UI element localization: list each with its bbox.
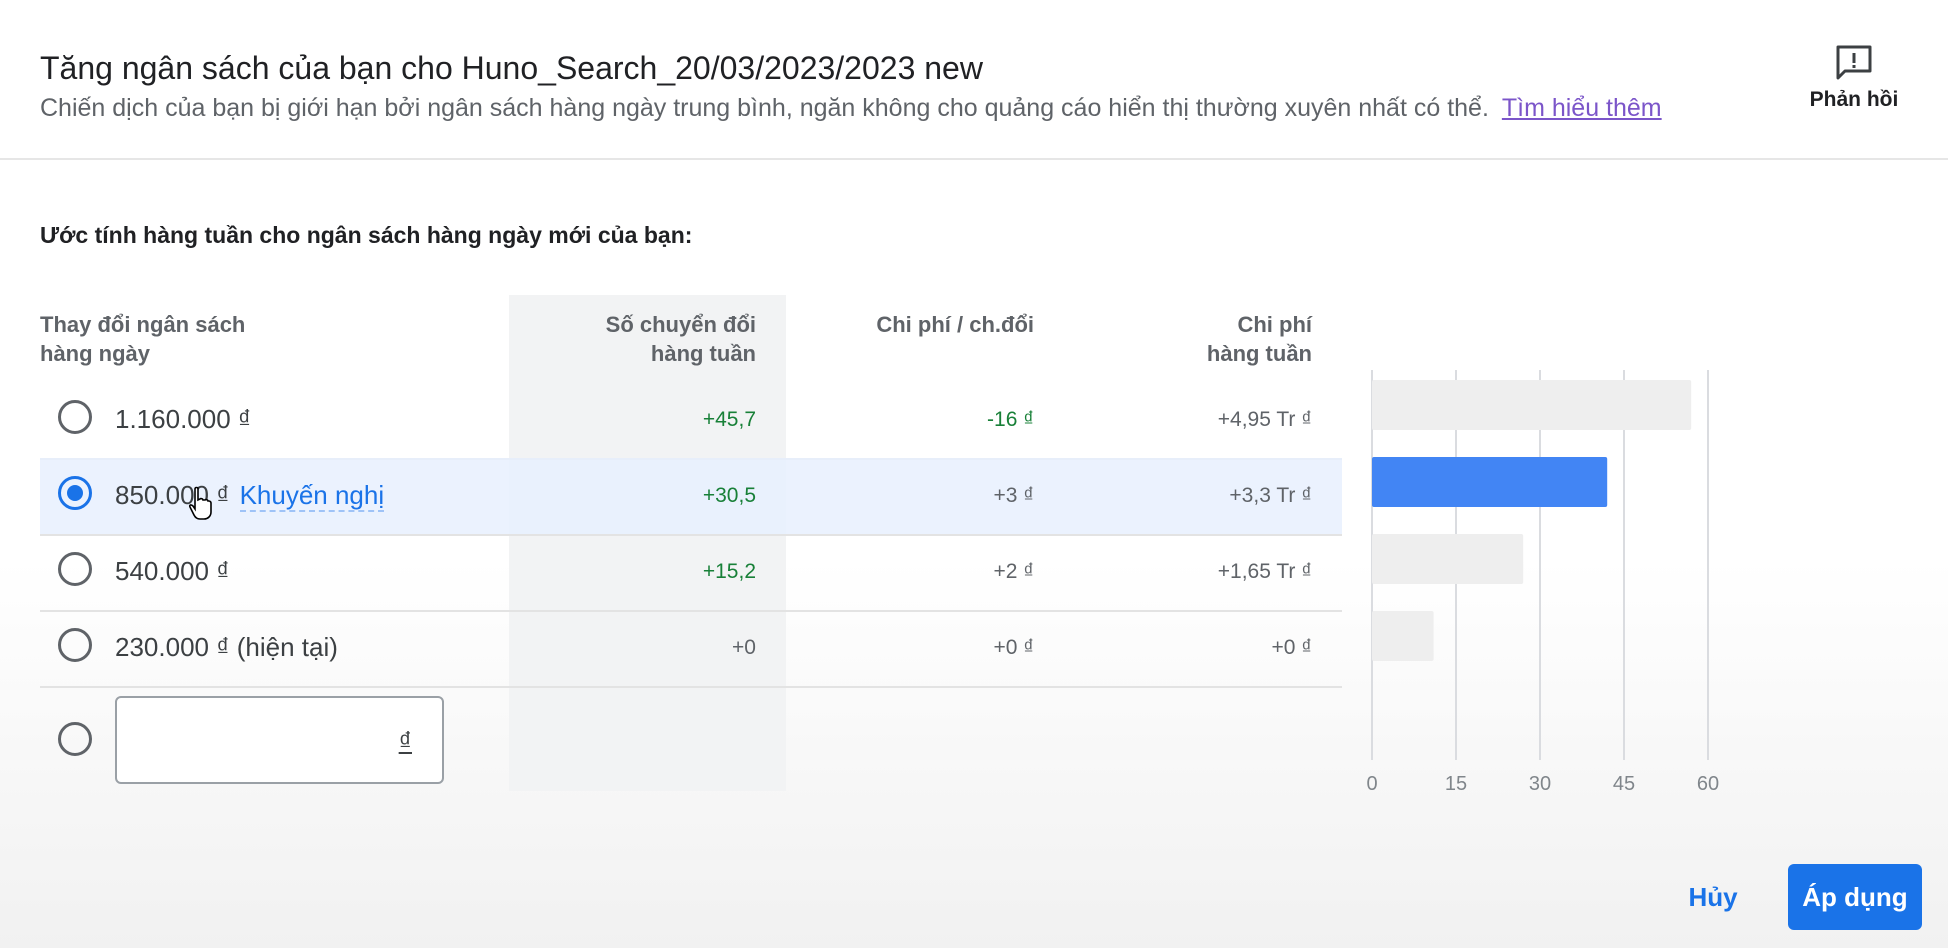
- hand-pointer-icon: [188, 486, 212, 520]
- cost-value: +0 ₫: [1271, 636, 1312, 659]
- conversions-value: +45,7: [702, 408, 756, 431]
- dialog-title: Tăng ngân sách của bạn cho Huno_Search_2…: [40, 50, 983, 86]
- col-header-conversions-line1: Số chuyển đổi: [605, 312, 756, 337]
- cpa-value: +2 ₫: [993, 560, 1034, 583]
- budget-amount: 1.160.000 ₫: [115, 404, 252, 434]
- col-header-budget-line1: Thay đổi ngân sách: [40, 312, 246, 337]
- budget-option-row[interactable]: 850.000 ₫ Khuyến nghị +30,5 +3 ₫ +3,3 Tr …: [40, 458, 1342, 536]
- chart-bar: [1372, 611, 1434, 661]
- chart-tick-label: 0: [1366, 773, 1377, 795]
- conversions-value: +15,2: [702, 560, 756, 583]
- subtitle-text: Chiến dịch của bạn bị giới hạn bởi ngân …: [40, 94, 1489, 122]
- budget-radio[interactable]: [58, 628, 92, 662]
- col-header-budget-line2: hàng ngày: [40, 341, 151, 366]
- conversions-value: +30,5: [702, 484, 756, 507]
- apply-button[interactable]: Áp dụng: [1788, 864, 1922, 930]
- budget-radio[interactable]: [58, 476, 92, 510]
- budget-option-label: 230.000 ₫ (hiện tại): [115, 632, 338, 663]
- feedback-label: Phản hồi: [1809, 88, 1899, 111]
- chart-tick-label: 60: [1697, 773, 1719, 795]
- budget-radio[interactable]: [58, 400, 92, 434]
- col-header-cost: Chi phí hàng tuần: [1080, 310, 1312, 368]
- chart-tick-label: 15: [1445, 773, 1467, 795]
- col-header-cpa: Chi phí / ch.đổi: [800, 310, 1034, 339]
- cpa-value: -16 ₫: [987, 408, 1034, 431]
- learn-more-link[interactable]: Tìm hiểu thêm: [1502, 94, 1662, 122]
- cost-value: +4,95 Tr ₫: [1217, 408, 1312, 431]
- cancel-button[interactable]: Hủy: [1662, 872, 1764, 922]
- budget-option-label: 850.000 ₫ Khuyến nghị: [115, 480, 385, 512]
- custom-budget-radio[interactable]: [58, 722, 92, 756]
- cpa-value: +3 ₫: [993, 484, 1034, 507]
- chart-tick-label: 45: [1613, 773, 1635, 795]
- feedback-button[interactable]: Phản hồi: [1800, 44, 1908, 112]
- cpa-value: +0 ₫: [993, 636, 1034, 659]
- budget-option-label: 1.160.000 ₫: [115, 404, 251, 435]
- col-header-cost-line2: hàng tuần: [1206, 341, 1312, 366]
- conversions-value: +0: [732, 636, 756, 659]
- chart-bar: [1372, 457, 1608, 507]
- budget-amount: 850.000 ₫: [115, 480, 230, 510]
- cost-value: +3,3 Tr ₫: [1229, 484, 1312, 507]
- budget-amount: 540.000 ₫: [115, 556, 230, 586]
- budget-option-label: 540.000 ₫: [115, 556, 230, 587]
- budget-option-row[interactable]: 230.000 ₫ (hiện tại) +0 +0 ₫ +0 ₫: [40, 610, 1342, 688]
- col-header-conversions-line2: hàng tuần: [650, 341, 756, 366]
- custom-budget-input[interactable]: ₫: [115, 696, 444, 784]
- chart-tick-label: 30: [1529, 773, 1551, 795]
- budget-option-row[interactable]: 1.160.000 ₫ +45,7 -16 ₫ +4,95 Tr ₫: [40, 382, 1342, 460]
- budget-radio[interactable]: [58, 552, 92, 586]
- chart-bar: [1372, 380, 1692, 430]
- dialog-header: Tăng ngân sách của bạn cho Huno_Search_2…: [0, 0, 1948, 160]
- recommended-badge: Khuyến nghị: [239, 480, 385, 512]
- currency-suffix: ₫: [398, 726, 412, 756]
- dialog-subtitle: Chiến dịch của bạn bị giới hạn bởi ngân …: [40, 94, 1662, 123]
- col-header-cpa-text: Chi phí / ch.đổi: [876, 312, 1034, 337]
- budget-amount: 230.000 ₫ (hiện tại): [115, 632, 338, 662]
- budget-option-row[interactable]: 540.000 ₫ +15,2 +2 ₫ +1,65 Tr ₫: [40, 534, 1342, 612]
- col-header-budget: Thay đổi ngân sách hàng ngày: [40, 310, 300, 368]
- section-heading: Ước tính hàng tuần cho ngân sách hàng ng…: [40, 222, 693, 248]
- col-header-conversions: Số chuyển đổi hàng tuần: [510, 310, 756, 368]
- feedback-icon: [1836, 45, 1872, 80]
- col-header-cost-line1: Chi phí: [1237, 312, 1312, 337]
- conversions-bar-chart: 0 15 30 45 60: [1366, 370, 1719, 795]
- cost-value: +1,65 Tr ₫: [1217, 560, 1312, 583]
- budget-dialog: Tăng ngân sách của bạn cho Huno_Search_2…: [0, 0, 1948, 948]
- chart-bar: [1372, 534, 1524, 584]
